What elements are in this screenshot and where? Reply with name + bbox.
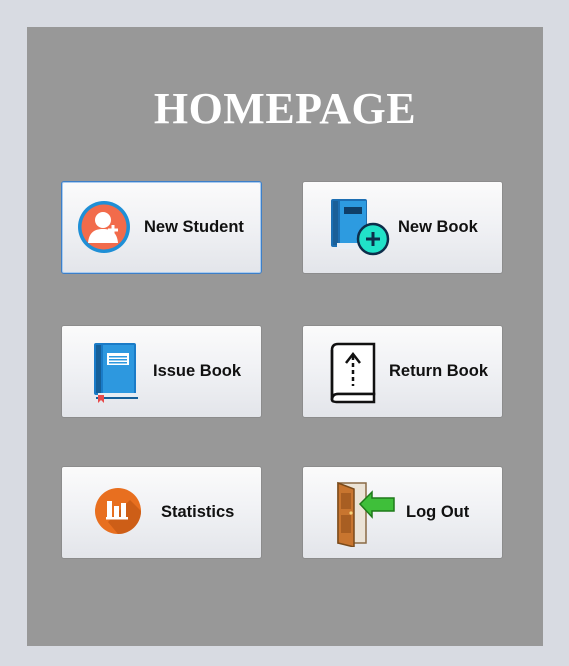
return-book-label: Return Book (389, 362, 488, 380)
add-book-icon (331, 199, 390, 256)
exit-door-icon (337, 481, 395, 547)
issue-book-label: Issue Book (153, 362, 242, 380)
log-out-button[interactable]: Log Out (302, 466, 503, 559)
new-book-button[interactable]: New Book (302, 181, 503, 274)
book-icon (94, 343, 138, 403)
page-title: HOMEPAGE (153, 84, 417, 133)
statistics-button[interactable]: Statistics (61, 466, 262, 559)
new-student-label: New Student (144, 218, 244, 236)
issue-book-button[interactable]: Issue Book (61, 325, 262, 418)
bar-chart-icon (95, 488, 141, 534)
homepage-panel: HOMEPAGE New Student New Book Issue Book… (27, 27, 543, 646)
return-book-button[interactable]: Return Book (302, 325, 503, 418)
log-out-label: Log Out (406, 503, 470, 521)
new-book-label: New Book (398, 218, 478, 236)
add-user-icon (78, 201, 130, 253)
return-book-icon (330, 342, 376, 404)
new-student-button[interactable]: New Student (61, 181, 262, 274)
statistics-label: Statistics (161, 503, 235, 521)
